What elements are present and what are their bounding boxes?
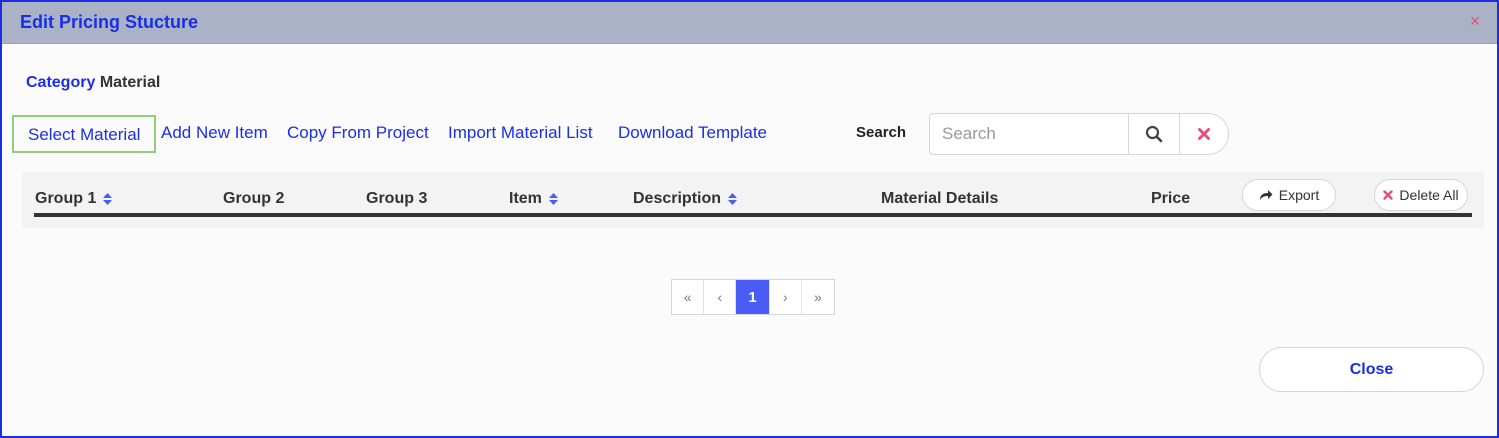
edit-pricing-modal: Edit Pricing Stucture × Category Materia… — [0, 0, 1499, 438]
sort-icon — [548, 193, 558, 205]
header-divider — [34, 213, 1472, 217]
column-item[interactable]: Item — [509, 190, 558, 208]
search-button[interactable] — [1129, 114, 1180, 154]
modal-title: Edit Pricing Stucture — [20, 12, 199, 32]
modal-header: Edit Pricing Stucture × — [2, 2, 1497, 44]
column-group-2: Group 2 — [223, 190, 285, 207]
last-page-button[interactable]: » — [802, 280, 834, 314]
next-page-button[interactable]: › — [770, 280, 802, 314]
table-header: Group 1 Group 2 Group 3 Item Description… — [22, 172, 1484, 228]
add-new-item-link[interactable]: Add New Item — [161, 115, 268, 153]
pagination: « ‹ 1 › » — [671, 279, 835, 315]
sort-icon — [728, 193, 738, 205]
prev-page-button[interactable]: ‹ — [704, 280, 737, 314]
download-template-link[interactable]: Download Template — [618, 115, 767, 153]
page-1-button[interactable]: 1 — [736, 280, 770, 314]
magnifier-icon — [1145, 125, 1163, 143]
close-button[interactable]: Close — [1259, 347, 1484, 392]
export-button[interactable]: Export — [1242, 179, 1336, 211]
search-input[interactable] — [930, 114, 1129, 154]
clear-search-button[interactable] — [1180, 114, 1228, 154]
sort-icon — [103, 193, 113, 205]
close-icon[interactable]: × — [1465, 11, 1485, 31]
column-price: Price — [1151, 190, 1191, 207]
delete-all-button[interactable]: Delete All — [1374, 179, 1468, 211]
category-value: Material — [99, 74, 161, 91]
first-page-button[interactable]: « — [672, 280, 705, 314]
column-group-1[interactable]: Group 1 — [35, 190, 113, 208]
x-icon — [1198, 128, 1210, 140]
import-material-list-link[interactable]: Import Material List — [448, 115, 593, 153]
column-material-details: Material Details — [881, 190, 999, 207]
column-group-3: Group 3 — [366, 190, 428, 207]
select-material-link[interactable]: Select Material — [12, 115, 157, 153]
category-label: Category — [26, 74, 96, 91]
search-box — [929, 113, 1229, 155]
search-label: Search — [856, 124, 907, 141]
column-description[interactable]: Description — [633, 190, 738, 208]
copy-from-project-link[interactable]: Copy From Project — [287, 115, 429, 153]
share-arrow-icon — [1259, 190, 1273, 200]
x-icon — [1383, 190, 1394, 200]
category-line: Category Material — [26, 74, 160, 92]
